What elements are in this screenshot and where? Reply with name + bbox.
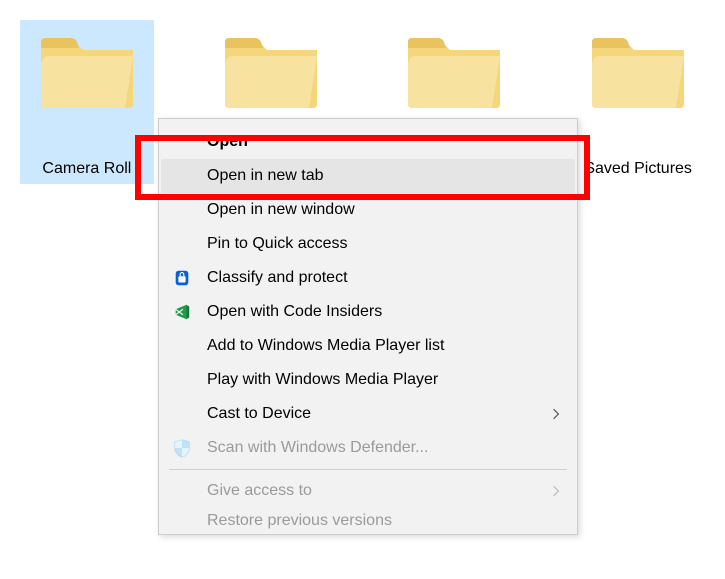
menu-item-open-in-new-tab[interactable]: Open in new tab bbox=[161, 159, 575, 193]
menu-item-open-with-code-insiders[interactable]: Open with Code Insiders bbox=[161, 295, 575, 329]
menu-label: Scan with Windows Defender... bbox=[207, 439, 561, 457]
menu-item-classify-and-protect[interactable]: Classify and protect bbox=[161, 261, 575, 295]
menu-item-cast-to-device[interactable]: Cast to Device bbox=[161, 397, 575, 431]
menu-item-add-to-wmp-list[interactable]: Add to Windows Media Player list bbox=[161, 329, 575, 363]
menu-label: Cast to Device bbox=[207, 405, 551, 423]
menu-item-play-with-wmp[interactable]: Play with Windows Media Player bbox=[161, 363, 575, 397]
folder-icon bbox=[37, 30, 137, 110]
menu-item-pin-to-quick-access[interactable]: Pin to Quick access bbox=[161, 227, 575, 261]
folder-item-camera-roll[interactable]: Camera Roll bbox=[20, 20, 154, 184]
menu-label: Open with Code Insiders bbox=[207, 303, 561, 321]
menu-item-scan-with-defender[interactable]: Scan with Windows Defender... bbox=[161, 431, 575, 465]
menu-label: Pin to Quick access bbox=[207, 235, 561, 253]
vscode-icon bbox=[171, 301, 193, 323]
menu-label: Give access to bbox=[207, 482, 551, 500]
menu-item-open[interactable]: Open bbox=[161, 125, 575, 159]
menu-label: Play with Windows Media Player bbox=[207, 371, 561, 389]
menu-label: Add to Windows Media Player list bbox=[207, 337, 561, 355]
lock-icon bbox=[171, 267, 193, 289]
menu-item-give-access-to[interactable]: Give access to bbox=[161, 474, 575, 508]
folder-label: Camera Roll bbox=[42, 160, 131, 178]
menu-label: Classify and protect bbox=[207, 269, 561, 287]
menu-label: Open bbox=[207, 133, 561, 151]
shield-icon bbox=[171, 437, 193, 459]
menu-item-restore-previous-versions[interactable]: Restore previous versions bbox=[161, 508, 575, 532]
folder-label: Saved Pictures bbox=[584, 160, 692, 178]
context-menu: Open Open in new tab Open in new window … bbox=[158, 118, 578, 535]
menu-separator bbox=[169, 469, 567, 470]
folder-icon bbox=[404, 30, 504, 110]
menu-label: Open in new window bbox=[207, 201, 561, 219]
menu-label: Restore previous versions bbox=[207, 512, 561, 530]
folder-icon bbox=[221, 30, 321, 110]
menu-item-open-in-new-window[interactable]: Open in new window bbox=[161, 193, 575, 227]
folder-item-saved-pictures[interactable]: Saved Pictures bbox=[571, 20, 705, 184]
chevron-right-icon bbox=[551, 483, 561, 499]
folder-icon bbox=[588, 30, 688, 110]
menu-label: Open in new tab bbox=[207, 167, 561, 185]
chevron-right-icon bbox=[551, 406, 561, 422]
